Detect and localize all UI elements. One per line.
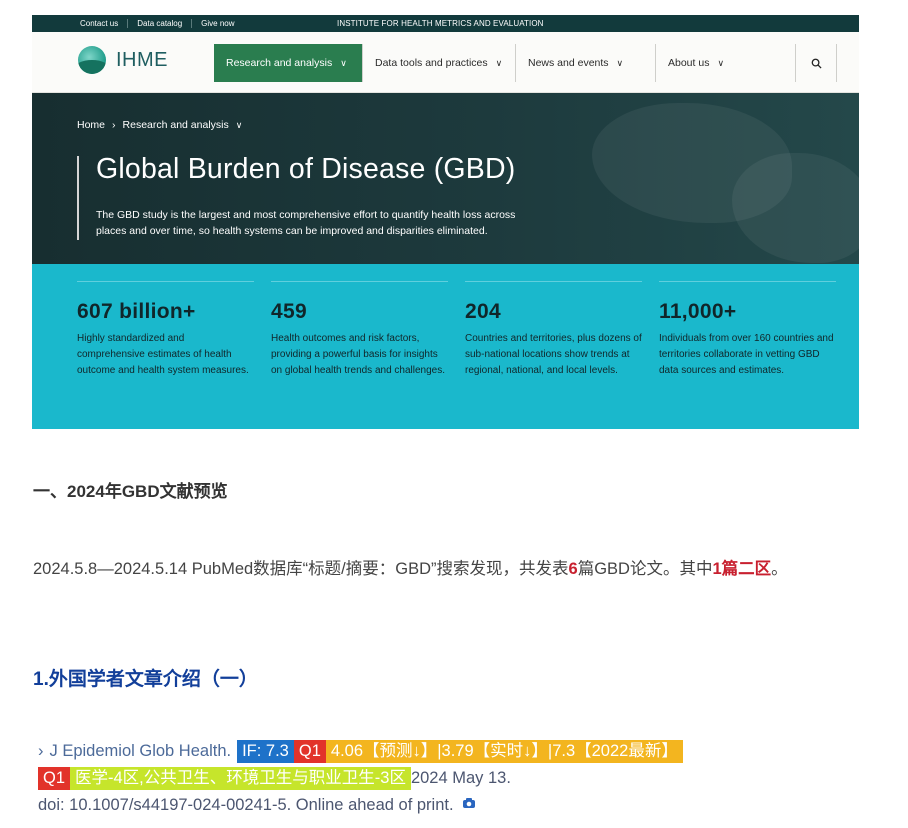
stat-number: 459 [271,300,307,323]
subsection-title: 1.外国学者文章介绍（一） [33,669,258,690]
camera-icon [462,798,475,808]
stat-block: 459 Health outcomes and risk factors, pr… [271,281,448,379]
nav-research-and-analysis[interactable]: Research and analysis ∨ [214,44,362,82]
institute-name: INSTITUTE FOR HEALTH METRICS AND EVALUAT… [337,19,544,28]
nav-label: News and events [528,57,609,69]
paragraph-end: 。 [771,560,788,578]
chevron-down-icon: ∨ [616,57,624,68]
nav-label: About us [668,57,710,69]
journal-name[interactable]: J Epidemiol Glob Health. [50,738,232,765]
doi-text: doi: 10.1007/s44197-024-00241-5. Online … [38,796,454,814]
stat-text: Countries and territories, plus dozens o… [465,333,642,376]
chevron-right-icon: › [112,119,116,131]
chevron-down-icon[interactable]: ∨ [236,120,243,131]
nav-label: Research and analysis [226,57,333,69]
quartile-badge: Q1 [38,767,71,790]
stat-text: Health outcomes and risk factors, provid… [271,333,446,376]
nav-data-tools[interactable]: Data tools and practices ∨ [362,44,516,82]
citation-row: doi: 10.1007/s44197-024-00241-5. Online … [38,792,683,819]
stat-text: Individuals from over 160 countries and … [659,333,834,376]
chevron-down-icon: ∨ [717,57,725,68]
hero-description: The GBD study is the largest and most co… [96,209,516,237]
search-icon [811,58,822,69]
utility-links: Contact us Data catalog Give now [80,19,244,28]
forecast-badge: 4.06【预测↓】|3.79【实时↓】|7.3【2022最新】 [325,740,683,763]
paragraph-text: 篇GBD论文。其中 [577,560,713,578]
stat-block: 607 billion+ Highly standardized and com… [77,281,254,379]
stat-number: 204 [465,300,501,323]
chevron-down-icon: ∨ [495,57,503,68]
breadcrumb-home[interactable]: Home [77,119,105,131]
breadcrumb: Home › Research and analysis ∨ [77,119,242,131]
give-now-link[interactable]: Give now [192,19,243,28]
utility-bar: Contact us Data catalog Give now INSTITU… [32,15,859,32]
nav-news-and-events[interactable]: News and events ∨ [515,44,656,82]
ihme-screenshot: Contact us Data catalog Give now INSTITU… [32,15,859,429]
ihme-logo[interactable]: IHME [78,46,168,74]
logo-text: IHME [116,48,168,71]
zone-highlight: 1篇二区 [712,560,772,578]
stat-block: 204 Countries and territories, plus doze… [465,281,642,379]
page-title: Global Burden of Disease (GBD) [96,153,516,185]
chevron-down-icon: ∨ [340,57,347,68]
intro-paragraph: 2024.5.8—2024.5.14 PubMed数据库“标题/摘要：GBD”搜… [33,550,863,589]
impact-factor-badge: IF: 7.3 [237,740,294,763]
ihme-logo-mark-icon [78,46,106,74]
paragraph-text: 2024.5.8—2024.5.14 PubMed数据库“标题/摘要：GBD”搜… [33,560,569,578]
hero-banner: Home › Research and analysis ∨ Global Bu… [32,93,859,264]
search-button[interactable] [795,44,837,82]
chevron-right-icon[interactable]: › [38,738,44,765]
stat-number: 11,000+ [659,300,737,323]
main-nav: IHME Research and analysis ∨ Data tools … [32,32,859,93]
stats-panel: 607 billion+ Highly standardized and com… [32,264,859,429]
contact-us-link[interactable]: Contact us [80,19,129,28]
camera-icon[interactable] [462,792,476,819]
map-background [732,153,859,263]
citation-row: › J Epidemiol Glob Health. IF: 7.3 Q1 4.… [38,738,683,765]
stat-number: 607 billion+ [77,300,196,323]
nav-about-us[interactable]: About us ∨ [655,44,796,82]
category-badge: 医学-4区,公共卫生、环境卫生与职业卫生-3区 [70,767,411,790]
paper-count: 6 [568,560,578,578]
breadcrumb-current[interactable]: Research and analysis [123,119,229,131]
data-catalog-link[interactable]: Data catalog [128,19,193,28]
divider [77,156,79,240]
quartile-badge: Q1 [293,740,326,763]
nav-label: Data tools and practices [375,57,488,69]
section-title: 一、2024年GBD文献预览 [33,482,228,501]
stat-text: Highly standardized and comprehensive es… [77,333,249,376]
stat-block: 11,000+ Individuals from over 160 countr… [659,281,836,379]
citation: › J Epidemiol Glob Health. IF: 7.3 Q1 4.… [38,738,683,819]
publication-date: 2024 May 13. [410,769,511,787]
citation-row: Q1 医学-4区,公共卫生、环境卫生与职业卫生-3区 2024 May 13. [38,765,683,792]
